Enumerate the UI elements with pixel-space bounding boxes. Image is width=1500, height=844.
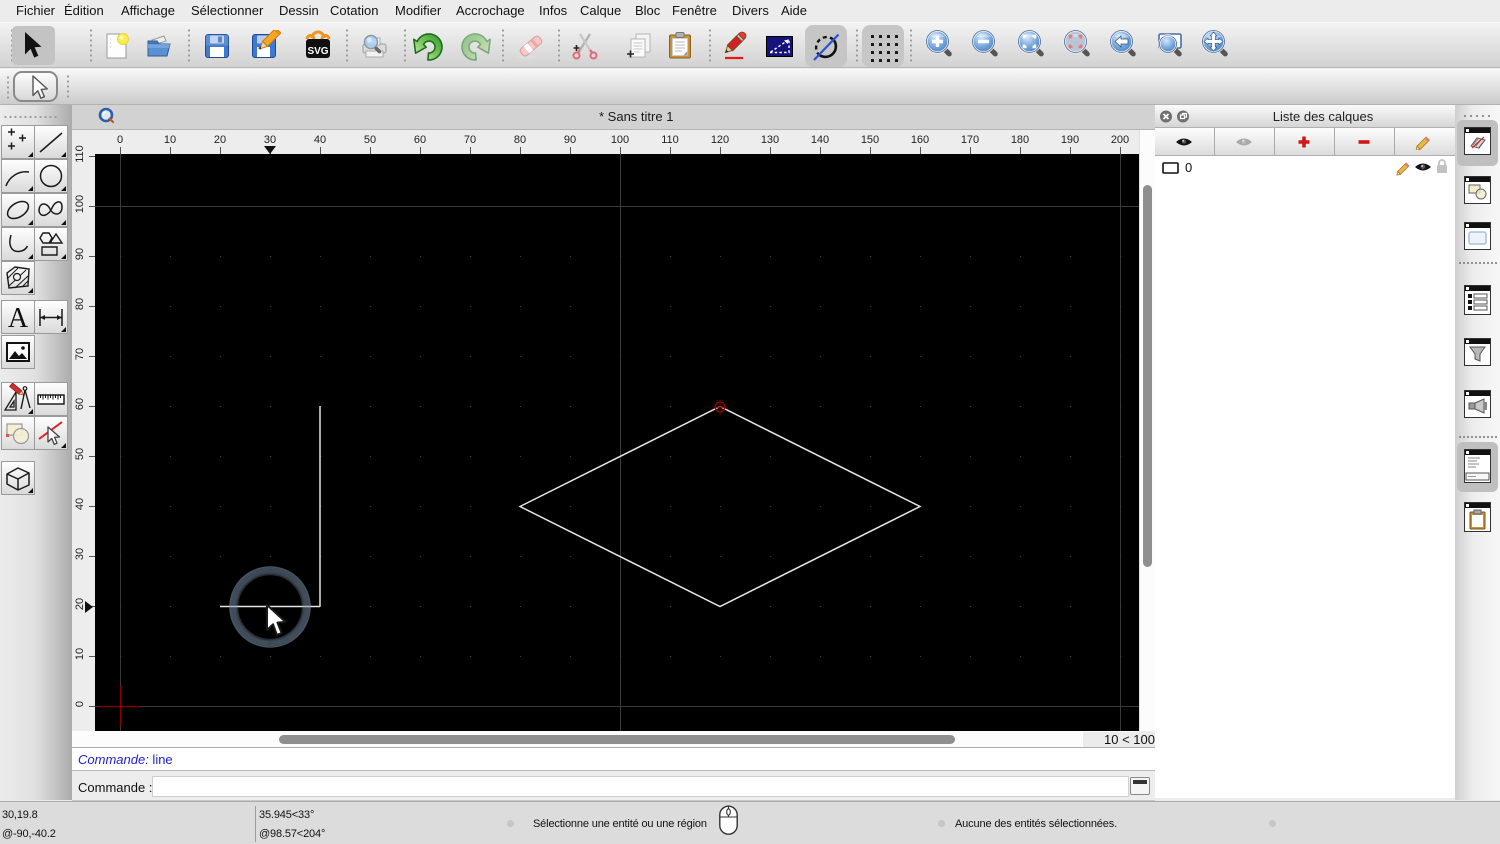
svg-text:0: 0 xyxy=(1185,160,1192,175)
svg-text:SVG: SVG xyxy=(307,46,328,57)
svg-text:A: A xyxy=(8,303,29,333)
